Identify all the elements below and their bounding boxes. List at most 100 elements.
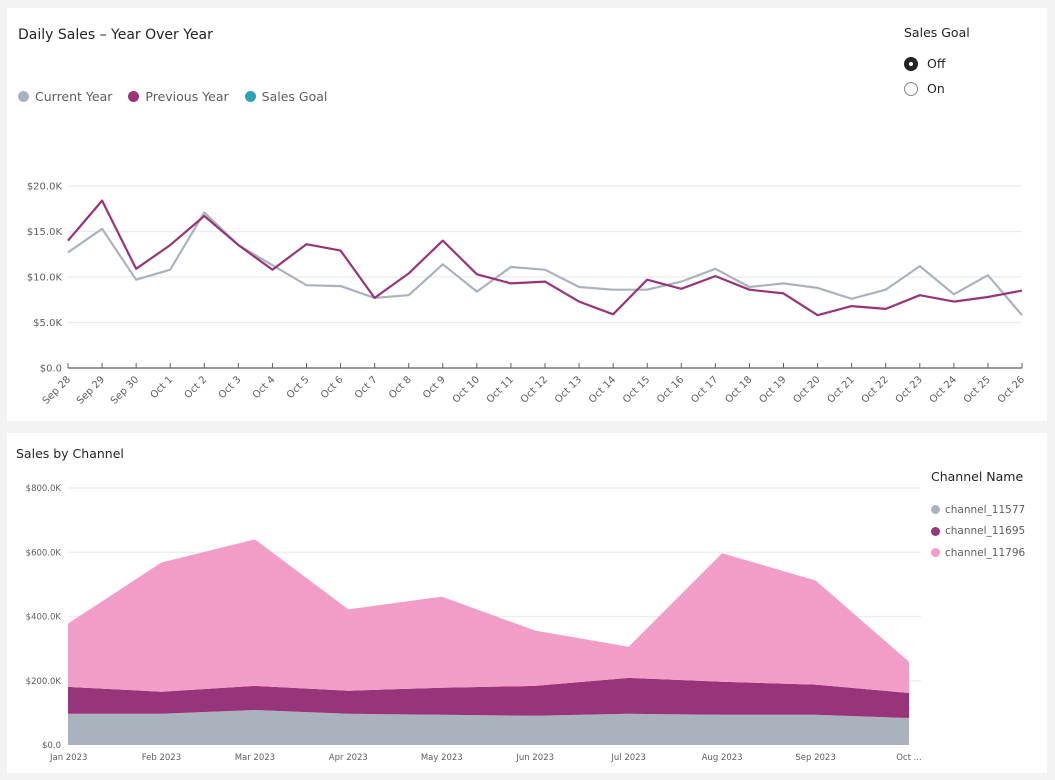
data-point	[509, 265, 513, 269]
data-point	[441, 262, 445, 266]
x-tick-label: Oct 2	[183, 374, 210, 401]
x-tick-label: Oct 21	[826, 374, 857, 405]
data-point	[168, 268, 172, 272]
data-point	[611, 312, 615, 316]
area-channel-11796	[68, 539, 909, 693]
x-tick-label: Oct 6	[319, 374, 346, 401]
data-point	[645, 288, 649, 292]
data-point	[713, 267, 717, 271]
series-line-current-year	[67, 211, 1023, 316]
y-tick-label: $20.0K	[27, 182, 63, 193]
x-tick-label: Oct 17	[689, 374, 720, 405]
data-point	[100, 199, 104, 203]
x-tick-label: Oct 3	[217, 374, 244, 401]
data-point	[884, 307, 888, 311]
data-point	[816, 286, 820, 290]
data-point	[305, 283, 309, 287]
data-point	[134, 278, 138, 282]
data-point	[986, 295, 990, 299]
x-tick-label: Oct 19	[757, 374, 788, 405]
data-point	[952, 300, 956, 304]
y-tick-label: $0.0	[40, 364, 62, 375]
x-tick-label: Oct 23	[894, 374, 925, 405]
data-point	[577, 285, 581, 289]
y-tick-label: $800.0K	[26, 484, 62, 494]
data-point	[134, 267, 138, 271]
data-point	[747, 288, 751, 292]
data-point	[270, 268, 274, 272]
data-point	[1020, 289, 1024, 293]
data-point	[202, 214, 206, 218]
data-point	[475, 290, 479, 294]
data-point	[713, 274, 717, 278]
x-tick-label: Oct 4	[251, 374, 278, 401]
x-tick-label: Oct 1	[149, 374, 176, 401]
x-tick-label: Mar 2023	[235, 753, 275, 763]
data-point	[816, 313, 820, 317]
data-point	[645, 278, 649, 282]
data-point	[918, 293, 922, 297]
data-point	[339, 249, 343, 253]
data-point	[407, 271, 411, 275]
x-tick-label: Jun 2023	[515, 753, 554, 763]
data-point	[509, 281, 513, 285]
x-tick-label: Sep 2023	[795, 753, 835, 763]
data-point	[884, 288, 888, 292]
data-point	[66, 250, 70, 254]
data-point	[236, 243, 240, 247]
y-tick-label: $600.0K	[26, 548, 62, 558]
x-tick-label: Sep 29	[75, 374, 107, 406]
x-tick-label: Oct 12	[519, 374, 550, 405]
x-tick-label: Oct 22	[860, 374, 891, 405]
x-tick-label: Aug 2023	[702, 753, 743, 763]
data-point	[577, 300, 581, 304]
data-point	[782, 291, 786, 295]
x-tick-label: Feb 2023	[142, 753, 181, 763]
data-point	[986, 273, 990, 277]
x-tick-label: Sep 28	[41, 374, 73, 406]
data-point	[782, 281, 786, 285]
sales-by-channel-panel: Sales by Channel Channel Name channel_11…	[7, 433, 1047, 773]
data-point	[202, 210, 206, 214]
y-tick-label: $200.0K	[26, 677, 62, 687]
x-tick-label: Oct 10	[451, 374, 482, 405]
x-tick-label: Oct 9	[421, 374, 448, 401]
data-point	[679, 287, 683, 291]
data-point	[952, 292, 956, 296]
x-tick-label: Oct 7	[353, 374, 380, 401]
y-tick-label: $0.0	[42, 741, 61, 751]
x-tick-label: Oct 13	[553, 374, 584, 405]
y-tick-label: $400.0K	[26, 613, 62, 623]
x-tick-label: Oct 15	[621, 374, 652, 405]
y-tick-label: $5.0K	[33, 318, 62, 329]
x-tick-label: Sep 30	[109, 374, 141, 406]
data-point	[543, 280, 547, 284]
data-point	[305, 242, 309, 246]
data-point	[1020, 313, 1024, 317]
data-point	[918, 264, 922, 268]
x-tick-label: Oct 5	[285, 374, 312, 401]
data-point	[100, 227, 104, 231]
x-tick-label: Oct 16	[655, 374, 686, 405]
x-tick-label: Oct 14	[587, 374, 618, 405]
x-tick-label: Oct 11	[485, 374, 516, 405]
x-tick-label: Oct 24	[928, 374, 959, 405]
y-tick-label: $10.0K	[27, 273, 63, 284]
data-point	[850, 297, 854, 301]
x-tick-label: Oct 25	[962, 374, 993, 405]
data-point	[679, 280, 683, 284]
x-tick-label: Oct 20	[791, 374, 822, 405]
y-tick-label: $15.0K	[27, 227, 63, 238]
x-tick-label: Jul 2023	[610, 753, 646, 763]
sales-by-channel-area-chart: $0.0 $200.0K $400.0K $600.0K $800.0K Jan 2023…	[26, 484, 922, 763]
x-tick-label: Oct 8	[387, 374, 414, 401]
data-point	[407, 293, 411, 297]
data-point	[373, 296, 377, 300]
x-tick-label: Jan 2023	[49, 753, 87, 763]
data-point	[441, 239, 445, 243]
data-point	[66, 239, 70, 243]
data-point	[270, 263, 274, 267]
data-point	[850, 304, 854, 308]
x-tick-label: Oct ...	[896, 753, 922, 763]
x-tick-label: Apr 2023	[329, 753, 368, 763]
